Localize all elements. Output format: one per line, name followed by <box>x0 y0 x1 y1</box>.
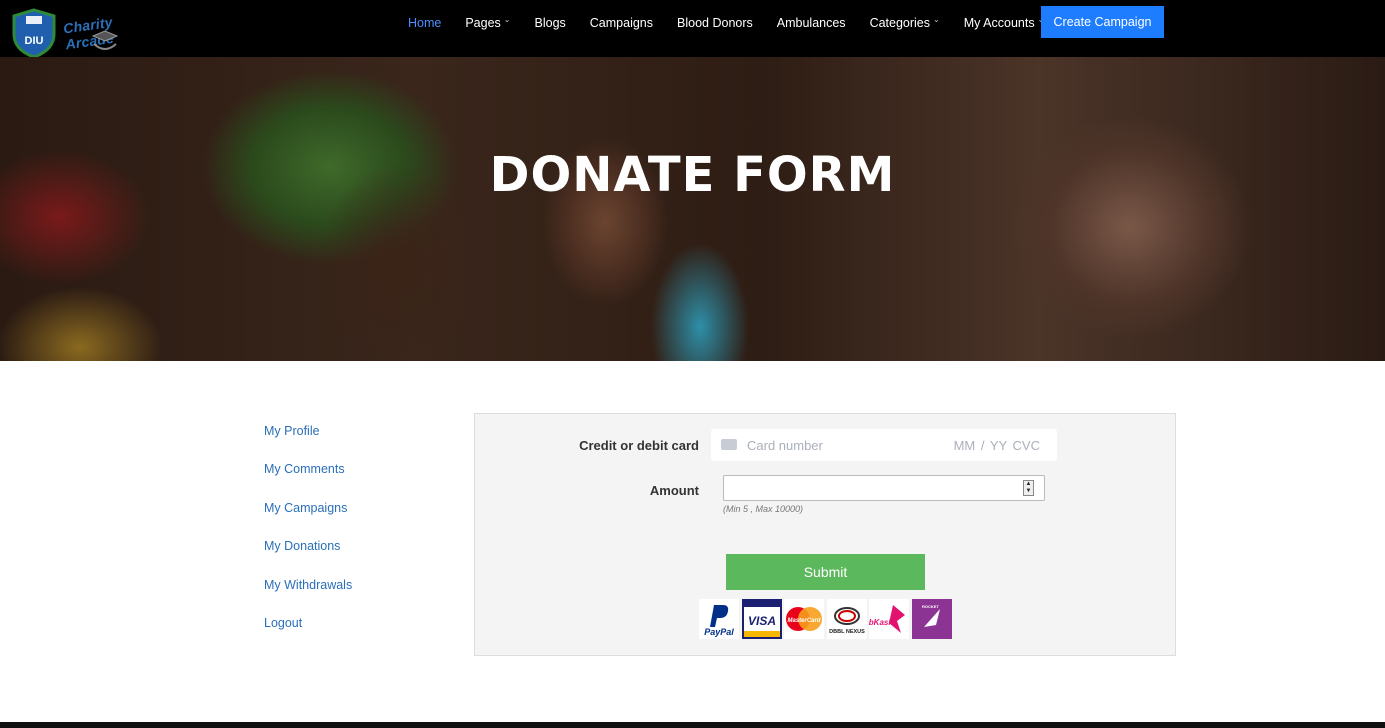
create-campaign-button[interactable]: Create Campaign <box>1041 6 1164 38</box>
svg-text:bKash: bKash <box>869 618 893 627</box>
card-label: Credit or debit card <box>579 438 699 453</box>
logo-emblem-text: DIU <box>25 35 44 47</box>
payment-methods: PayPal VISA MasterCard DBBL NEXUS bKash … <box>699 599 954 639</box>
nav-my-accounts[interactable]: My Accounts⌄ <box>964 15 1045 30</box>
nav-campaigns[interactable]: Campaigns <box>590 16 653 30</box>
amount-stepper[interactable]: ▲ ▼ <box>1023 480 1034 496</box>
chevron-down-icon: ⌄ <box>503 15 511 24</box>
page-title: DONATE FORM <box>489 147 896 203</box>
sidebar-item-my-comments[interactable]: My Comments <box>264 463 352 501</box>
rocket-logo: ROCKET <box>911 599 952 639</box>
account-sidebar: My Profile My Comments My Campaigns My D… <box>264 424 352 655</box>
bkash-logo: bKash <box>869 599 909 639</box>
sidebar-item-my-withdrawals[interactable]: My Withdrawals <box>264 578 352 617</box>
svg-text:PayPal: PayPal <box>704 627 734 637</box>
diu-shield-icon: DIU <box>12 8 56 58</box>
card-number-placeholder: Card number <box>747 438 823 453</box>
graduation-hands-icon <box>91 30 119 50</box>
svg-text:MasterCard: MasterCard <box>787 618 820 624</box>
nav-ambulances[interactable]: Ambulances <box>777 16 846 30</box>
donate-form: Credit or debit card Card number MM / YY… <box>474 413 1176 656</box>
main-menu: Home Pages ⌄ Blogs Campaigns Blood Donors… <box>408 0 1068 45</box>
chevron-down-icon: ⌄ <box>933 15 940 24</box>
nav-categories[interactable]: Categories ⌄ <box>870 15 940 30</box>
svg-text:DBBL NEXUS: DBBL NEXUS <box>829 629 865 635</box>
card-expiry-cvc-placeholder: MM / YY CVC <box>953 438 1040 453</box>
nav-blood-donors[interactable]: Blood Donors <box>677 16 753 30</box>
amount-label: Amount <box>649 483 699 498</box>
svg-text:VISA: VISA <box>747 614 775 628</box>
sidebar-item-my-campaigns[interactable]: My Campaigns <box>264 501 352 540</box>
top-navbar: DIU Charity Arcade Home Pages ⌄ Blogs Cam… <box>0 0 1385 58</box>
nav-home[interactable]: Home <box>408 16 441 30</box>
paypal-logo: PayPal <box>699 599 739 639</box>
submit-button[interactable]: Submit <box>726 554 925 590</box>
site-logo[interactable]: DIU Charity Arcade <box>8 4 158 58</box>
mastercard-logo: MasterCard <box>784 599 824 639</box>
sidebar-item-my-donations[interactable]: My Donations <box>264 540 352 578</box>
sidebar-item-logout[interactable]: Logout <box>264 616 352 655</box>
nav-pages[interactable]: Pages ⌄ <box>465 15 511 30</box>
visa-logo: VISA <box>741 599 782 639</box>
credit-card-icon <box>721 439 737 450</box>
svg-text:ROCKET: ROCKET <box>922 604 939 609</box>
hero-banner: DONATE FORM <box>0 57 1385 361</box>
nav-blogs[interactable]: Blogs <box>535 16 566 30</box>
dbbl-nexus-logo: DBBL NEXUS <box>826 599 867 639</box>
sidebar-item-my-profile[interactable]: My Profile <box>264 424 352 463</box>
amount-input[interactable]: ▲ ▼ <box>723 475 1045 501</box>
card-input[interactable]: Card number MM / YY CVC <box>711 429 1057 461</box>
amount-hint: (Min 5 , Max 10000) <box>723 504 804 514</box>
footer-edge <box>0 722 1385 728</box>
